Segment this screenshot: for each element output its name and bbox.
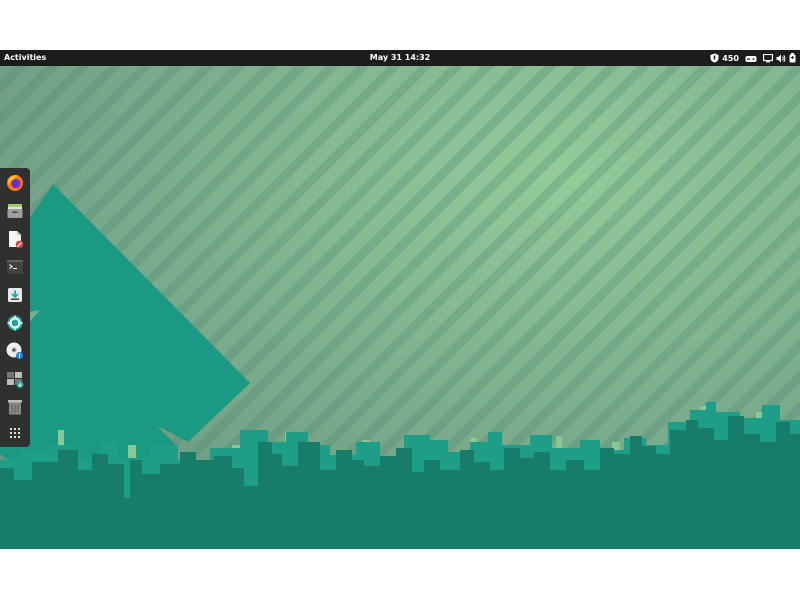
clock-area: May 31 14:32 [0,53,800,63]
lifebuoy-icon [4,312,26,334]
wallpaper [0,50,800,549]
dock-item-text-editor[interactable] [4,228,26,250]
clock-button[interactable]: May 31 14:32 [370,53,431,62]
dock [0,168,30,447]
gamepad-icon[interactable] [745,54,757,63]
dock-item-disc-burner[interactable] [4,340,26,362]
terminal-icon [4,256,26,278]
activities-button[interactable]: Activities [4,53,46,63]
disc-icon [4,340,26,362]
system-menu[interactable] [763,53,796,63]
trash-icon [4,396,26,418]
dock-item-terminal[interactable] [4,256,26,278]
dock-item-trash[interactable] [4,396,26,418]
monitor-icon [4,368,26,390]
desktop: Activities May 31 14:32 450 [0,50,800,549]
network-icon [763,53,773,63]
counter-indicator[interactable]: 450 [710,53,739,63]
volume-icon [776,54,786,63]
files-icon [4,200,26,222]
system-tray: 450 [710,52,796,64]
firefox-icon [4,172,26,194]
dock-item-software-updater[interactable] [4,312,26,334]
text-editor-icon [4,228,26,250]
counter-text: 450 [722,53,739,63]
dock-item-firefox[interactable] [4,172,26,194]
dock-item-files[interactable] [4,200,26,222]
battery-icon [789,53,796,63]
grid-icon [4,422,26,444]
download-icon [4,284,26,306]
dock-item-installer[interactable] [4,284,26,306]
top-bar: Activities May 31 14:32 450 [0,50,800,66]
shield-icon [710,53,719,63]
dock-item-show-applications[interactable] [4,422,26,444]
dock-item-system-monitor[interactable] [4,368,26,390]
